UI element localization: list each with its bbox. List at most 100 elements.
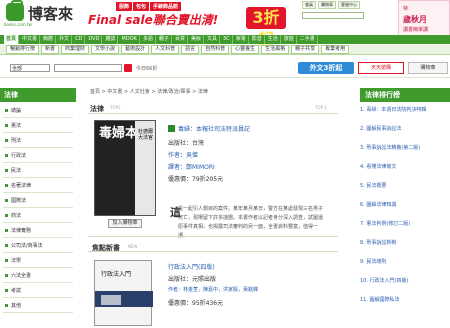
product-author[interactable]: 作者：吳傑 — [168, 150, 198, 159]
search-category-select[interactable]: 全部 — [10, 64, 50, 72]
nav-tab[interactable]: 多語 — [141, 35, 156, 44]
subnav-item[interactable]: 自然科普 — [201, 45, 230, 54]
bullet-icon — [5, 184, 8, 187]
ranking-item[interactable]: 3. 刑事訴訟法精義(第二版) — [360, 145, 446, 151]
ad-line-3: 讀書簡單讀 — [403, 27, 429, 33]
ranking-item[interactable]: 9. 民法總則 — [360, 259, 446, 265]
subnav-item[interactable]: 人文科普 — [151, 45, 180, 54]
promo-foreign-books[interactable]: 外文3折起 — [298, 62, 354, 74]
subnav-item[interactable]: 暢銷排行榜 — [6, 45, 40, 54]
nav-tab[interactable]: 文具 — [205, 35, 221, 44]
left-category-item[interactable]: 憲法 — [3, 119, 73, 133]
nav-tab[interactable]: CD — [73, 35, 86, 44]
subnav-item[interactable]: 專業考用 — [321, 45, 350, 54]
nav-tab[interactable]: 首頁 — [4, 35, 20, 44]
left-category-label: 民法 — [11, 168, 22, 174]
subnav-item[interactable]: 商業理財 — [61, 45, 90, 54]
left-category-label: 其他 — [11, 303, 22, 309]
nav-tab[interactable]: 簡體 — [41, 35, 57, 44]
nav-tab[interactable]: 生活 — [266, 35, 281, 44]
left-category-item[interactable]: 其他 — [3, 299, 73, 313]
nav-tab[interactable]: MOOK — [119, 35, 140, 44]
book-cover[interactable]: 毒婦本性 杜德爾大法官 — [94, 120, 156, 216]
bullet-icon — [5, 199, 8, 202]
cart-button[interactable]: 購物車 — [408, 62, 448, 74]
ranking-item[interactable]: 1. 毒婦：本週日法院判決特輯 — [360, 107, 446, 113]
ranking-item[interactable]: 10. 行政法入門(四版) — [360, 278, 446, 284]
subnav-item[interactable]: 心靈養生 — [231, 45, 260, 54]
ranking-item[interactable]: 6. 圖解法律知識 — [360, 202, 446, 208]
subnav-item[interactable]: 生活風格 — [261, 45, 290, 54]
left-category-item[interactable]: 公司法/商事法 — [3, 239, 73, 253]
nav-tab[interactable]: 3C — [221, 35, 233, 44]
promo-banner[interactable]: 服飾 包包 手錶飾品館 Final sale聯合賣出清! 3折起 — [88, 1, 298, 49]
bullet-icon — [5, 259, 8, 262]
subnav-item[interactable]: 語言 — [181, 45, 200, 54]
search-go-button[interactable] — [124, 64, 132, 72]
bullet-icon — [5, 274, 8, 277]
left-category-label: 國際法 — [11, 198, 27, 204]
left-category-item[interactable]: 總論 — [3, 104, 73, 118]
left-panel-title: 法律 — [0, 88, 76, 102]
top-link-cart[interactable]: 購物車 — [318, 1, 336, 9]
new-book-title[interactable]: 行政法入門(四版) — [168, 262, 215, 271]
hot-keyword-link[interactable]: 今日66折 — [136, 65, 157, 72]
top-mini-search[interactable] — [302, 12, 364, 19]
ranking-item[interactable]: 7. 憲法判例(修訂二版) — [360, 221, 446, 227]
subnav-item[interactable]: 藝術設計 — [121, 45, 150, 54]
left-category-item[interactable]: 六法全書 — [3, 269, 73, 283]
nav-tab[interactable]: DVD — [86, 35, 103, 44]
subnav-item[interactable]: 文學小說 — [91, 45, 120, 54]
cover2-title: 行政法入門 — [101, 271, 132, 278]
logo-icon[interactable] — [6, 0, 24, 21]
product-translator[interactable]: 譯者：鄭MIMORI — [168, 162, 215, 171]
new-book-price: 優惠價：95折436元 — [168, 300, 224, 307]
add-to-cart-button[interactable]: 加入購物車 — [108, 219, 142, 228]
top-ad[interactable]: 特 歲秋月 讀書簡單讀 — [398, 0, 450, 36]
nav-tab[interactable]: 中文書 — [20, 35, 41, 44]
ranking-item[interactable]: 2. 圖解民事訴訟法 — [360, 126, 446, 132]
ranking-item[interactable]: 5. 民法概要 — [360, 183, 446, 189]
ranking-item[interactable]: 4. 看懂法律條文 — [360, 164, 446, 170]
top-link-service[interactable]: 客服中心 — [338, 1, 360, 9]
bullet-icon — [5, 214, 8, 217]
nav-tab[interactable]: 二手書 — [298, 35, 318, 44]
logo-text[interactable]: 博客來 — [28, 3, 73, 24]
breadcrumb[interactable]: 首頁 > 中文書 > 人文社會 > 法律/政治/軍事 > 法律 — [90, 88, 208, 95]
section-divider — [88, 236, 338, 237]
nav-tab[interactable]: 旅遊 — [282, 35, 297, 44]
nav-tab[interactable]: 百貨 — [173, 35, 188, 44]
product-title-link[interactable]: 毒婦：本報社司法特派員記 — [178, 124, 250, 133]
nav-tab[interactable]: 雜誌 — [103, 35, 119, 44]
left-category-item[interactable]: 國際法 — [3, 194, 73, 208]
left-category-item[interactable]: 行政法 — [3, 149, 73, 163]
search-input[interactable] — [54, 64, 122, 72]
left-category-label: 憲法 — [11, 123, 22, 129]
nav-tab[interactable]: 親子 — [157, 35, 172, 44]
top-link-member[interactable]: 會員 — [302, 1, 316, 9]
promo-daily-deal[interactable]: 天天搶購 — [358, 62, 404, 74]
left-category-item[interactable]: 商法 — [3, 209, 73, 223]
left-category-item[interactable]: 刑法 — [3, 134, 73, 148]
subnav-item[interactable]: 新書 — [41, 45, 60, 54]
subnav-item[interactable]: 親子共享 — [291, 45, 320, 54]
top-links: 會員 購物車 客服中心 — [302, 1, 360, 9]
book-cover-2[interactable]: 行政法入門 — [94, 260, 153, 326]
left-category-label: 法律實務 — [11, 228, 32, 234]
left-category-item[interactable]: 法學 — [3, 254, 73, 268]
left-category-item[interactable]: 民法 — [3, 164, 73, 178]
cover-stripe-text: 杜德爾大法官 — [138, 129, 154, 141]
sub-nav: 暢銷排行榜 新書 商業理財 文學小說 藝術設計 人文科普 語言 自然科普 心靈養生 生活風格 親子共… — [0, 45, 450, 55]
left-category-item[interactable]: 名著法律 — [3, 179, 73, 193]
left-category-item[interactable]: 考試 — [3, 284, 73, 298]
ranking-item[interactable]: 8. 刑事訴訟新制 — [360, 240, 446, 246]
nav-tab[interactable]: 外文 — [57, 35, 73, 44]
left-category-item[interactable]: 法律實務 — [3, 224, 73, 238]
ranking-item[interactable]: 11. 圖解國際私法 — [360, 297, 446, 303]
nav-tab[interactable]: 美妝 — [189, 35, 204, 44]
nav-tab[interactable]: 家電 — [234, 35, 249, 44]
nav-tab[interactable]: 影音 — [250, 35, 265, 44]
main-nav: 首頁 中文書 簡體 外文 CD DVD 雜誌 MOOK 多語 親子 百貨 美妝 文具 3C 家電 影音 生活 旅遊… — [0, 35, 450, 44]
promo-main-text: Final sale聯合賣出清! — [88, 13, 219, 27]
new-book-authors[interactable]: 作者：林金莖，陳嘉中，洪家殷，黃銘輝 — [168, 286, 258, 293]
